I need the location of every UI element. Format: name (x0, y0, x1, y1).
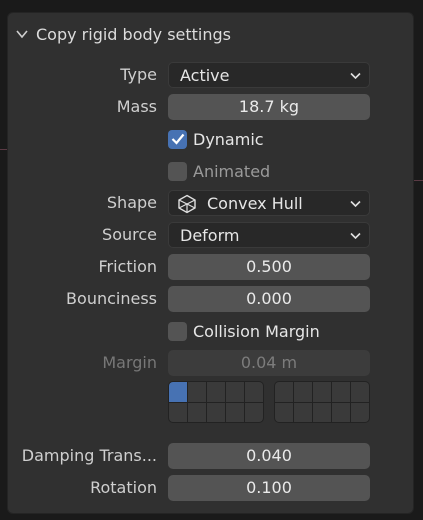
rotation-damping-field[interactable]: 0.100 (168, 475, 370, 501)
chevron-down-icon (350, 72, 361, 80)
collection-cell[interactable] (207, 382, 225, 402)
collision-margin-checkbox-row[interactable]: Collision Margin (168, 320, 320, 342)
mass-field[interactable]: 18.7 kg (168, 94, 370, 120)
rotation-label: Rotation (90, 478, 157, 497)
collection-cell[interactable] (332, 382, 350, 402)
chevron-down-icon (350, 232, 361, 240)
chevron-down-icon (350, 200, 361, 208)
collection-cell[interactable] (294, 382, 312, 402)
dynamic-checkbox[interactable] (168, 129, 187, 149)
bounciness-field[interactable]: 0.000 (168, 286, 370, 312)
source-dropdown[interactable]: Deform (168, 222, 370, 248)
collection-cell[interactable] (188, 402, 206, 422)
shape-value: Convex Hull (207, 194, 303, 213)
dynamic-checkbox-row[interactable]: Dynamic (168, 128, 264, 150)
collections-grid-left[interactable] (168, 381, 264, 423)
collection-cell[interactable] (169, 382, 187, 402)
chevron-down-icon (16, 30, 28, 39)
shape-dropdown[interactable]: Convex Hull (168, 190, 370, 216)
collection-cell[interactable] (245, 382, 263, 402)
margin-field: 0.04 m (168, 350, 370, 376)
collection-cell[interactable] (351, 382, 369, 402)
collection-cell[interactable] (245, 402, 263, 422)
panel-header[interactable]: Copy rigid body settings (16, 23, 231, 45)
collection-cell[interactable] (351, 402, 369, 422)
collection-cell[interactable] (207, 402, 225, 422)
viewport-line (413, 180, 423, 181)
collection-cell[interactable] (275, 382, 293, 402)
animated-checkbox[interactable] (168, 161, 187, 181)
collection-cell[interactable] (226, 382, 244, 402)
animated-label: Animated (193, 161, 271, 181)
type-dropdown[interactable]: Active (168, 62, 370, 88)
shape-label: Shape (106, 193, 157, 212)
source-value: Deform (180, 226, 240, 245)
collections-grid-right[interactable] (274, 381, 370, 423)
friction-field[interactable]: 0.500 (168, 254, 370, 280)
type-value: Active (180, 66, 230, 85)
collection-cell[interactable] (275, 402, 293, 422)
damping-translation-label: Damping Trans... (21, 446, 157, 465)
animated-checkbox-row[interactable]: Animated (168, 160, 270, 182)
collision-margin-checkbox[interactable] (168, 321, 187, 341)
mass-label: Mass (116, 97, 157, 116)
type-label: Type (120, 65, 157, 84)
collection-cell[interactable] (313, 382, 331, 402)
collection-cell[interactable] (313, 402, 331, 422)
panel-title: Copy rigid body settings (36, 24, 231, 44)
damping-translation-field[interactable]: 0.040 (168, 443, 370, 469)
collection-cell[interactable] (332, 402, 350, 422)
collection-cell[interactable] (169, 402, 187, 422)
source-label: Source (102, 225, 157, 244)
dynamic-label: Dynamic (193, 129, 264, 149)
friction-label: Friction (98, 257, 157, 276)
collection-cell[interactable] (188, 382, 206, 402)
rigid-body-panel: Copy rigid body settings Type Active Mas… (7, 12, 414, 514)
margin-label: Margin (102, 353, 157, 372)
collision-margin-label: Collision Margin (193, 321, 320, 341)
collection-cell[interactable] (226, 402, 244, 422)
checkmark-icon (171, 133, 184, 145)
collection-cell[interactable] (294, 402, 312, 422)
convex-hull-icon (178, 194, 196, 214)
bounciness-label: Bounciness (66, 289, 157, 308)
